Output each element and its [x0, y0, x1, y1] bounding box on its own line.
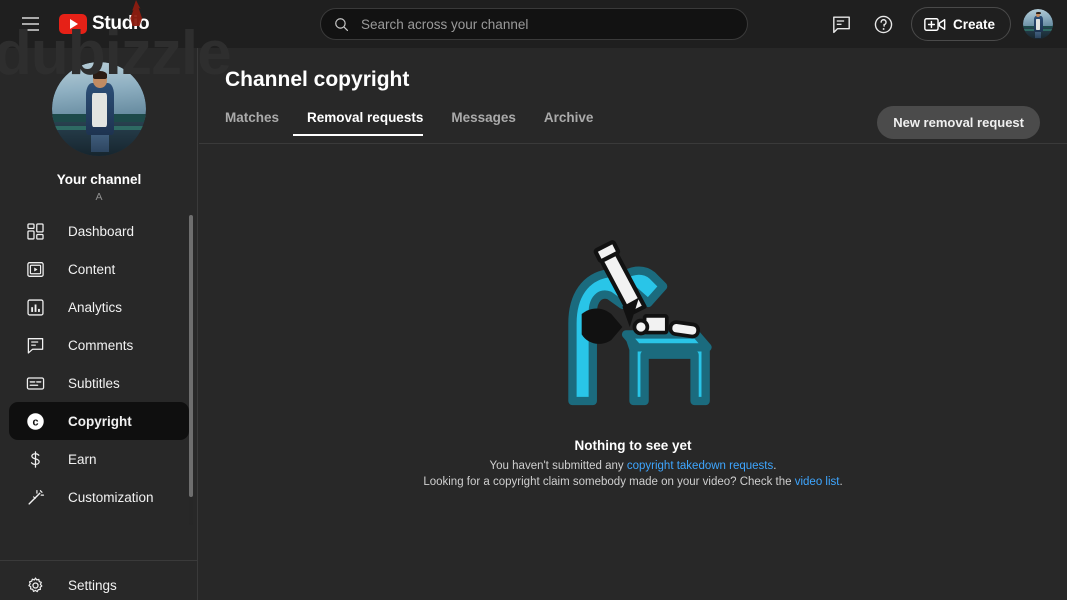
sidebar-item-settings[interactable]: Settings — [9, 566, 189, 600]
subtitles-icon — [23, 371, 47, 395]
create-button-label: Create — [952, 16, 995, 32]
content-video-icon — [23, 257, 47, 281]
empty-state-title: Nothing to see yet — [574, 438, 692, 453]
tab-label: Archive — [543, 110, 594, 125]
sidebar-item-dashboard[interactable]: Dashboard — [9, 212, 189, 250]
customization-wand-icon — [23, 485, 47, 509]
new-removal-request-button[interactable]: New removal request — [877, 106, 1040, 139]
tab-label: Messages — [451, 110, 516, 125]
sidebar-bottom-divider — [0, 560, 197, 561]
tab-removal-requests[interactable]: Removal requests — [293, 110, 437, 136]
copyright-takedown-requests-link[interactable]: copyright takedown requests — [627, 460, 773, 472]
header-actions: Create — [823, 0, 1053, 48]
sidebar-item-copyright[interactable]: c Copyright — [9, 402, 189, 440]
empty-line1-prefix: You haven't submitted any — [489, 460, 627, 472]
main-content: Channel copyright Matches Removal reques… — [199, 48, 1067, 600]
youtube-studio-logo[interactable]: Studio — [59, 13, 150, 35]
gear-icon — [23, 573, 47, 597]
svg-text:c: c — [32, 416, 38, 428]
dashboard-icon — [23, 219, 47, 243]
empty-state-line-2: Looking for a copyright claim somebody m… — [423, 476, 842, 488]
comments-icon — [23, 333, 47, 357]
channel-handle: A — [95, 191, 103, 203]
sidebar-item-subtitles[interactable]: Subtitles — [9, 364, 189, 402]
avatar[interactable] — [1023, 9, 1053, 39]
studio-logo-text: Studio — [92, 13, 150, 34]
sidebar-item-customization[interactable]: Customization — [9, 478, 189, 516]
sidebar-item-analytics[interactable]: Analytics — [9, 288, 189, 326]
app-header: Studio Search across your channel Create — [0, 0, 1067, 48]
empty-state: Nothing to see yet You haven't submitted… — [199, 238, 1067, 488]
microscope-scientist-illustration — [567, 240, 712, 406]
empty-line1-suffix: . — [773, 460, 777, 472]
sidebar-item-label: Dashboard — [68, 223, 135, 239]
sidebar-item-label: Comments — [68, 337, 134, 353]
sidebar-nav: Dashboard Content Analytics Comments Sub… — [0, 212, 198, 560]
sidebar-item-label: Content — [68, 261, 116, 277]
hamburger-menu-icon[interactable] — [10, 4, 50, 44]
search-input[interactable] — [361, 16, 747, 32]
sidebar-item-label: Subtitles — [68, 375, 120, 391]
create-button[interactable]: Create — [910, 7, 1011, 41]
tab-label: Matches — [225, 110, 280, 125]
sidebar-item-content[interactable]: Content — [9, 250, 189, 288]
scrollbar-thumb[interactable] — [189, 215, 193, 497]
tab-bar-underline — [199, 143, 1067, 144]
empty-line2-prefix: Looking for a copyright claim somebody m… — [423, 476, 795, 488]
sidebar-scrollbar[interactable] — [189, 215, 193, 525]
sidebar: Your channel A Dashboard Content Analyti… — [0, 48, 198, 600]
sidebar-item-label: Copyright — [68, 413, 132, 429]
search-icon — [335, 17, 349, 31]
channel-name: Your channel — [56, 172, 142, 187]
tab-label: Removal requests — [307, 110, 424, 125]
sidebar-item-label: Settings — [68, 577, 117, 593]
search-bar[interactable] — [320, 8, 748, 40]
tab-matches[interactable]: Matches — [225, 110, 293, 136]
sidebar-item-earn[interactable]: Earn — [9, 440, 189, 478]
copyright-icon: c — [23, 409, 47, 433]
empty-line2-suffix: . — [839, 476, 843, 488]
sidebar-item-label: Analytics — [68, 299, 123, 315]
earn-dollar-icon — [23, 447, 47, 471]
sidebar-item-label: Customization — [68, 489, 154, 505]
tab-messages[interactable]: Messages — [437, 110, 530, 136]
camera-plus-icon — [924, 17, 946, 31]
new-removal-request-label: New removal request — [893, 115, 1024, 130]
page-title: Channel copyright — [225, 68, 410, 91]
youtube-play-icon — [59, 14, 87, 34]
sidebar-item-label: Earn — [68, 451, 97, 467]
video-list-link[interactable]: video list — [795, 476, 840, 488]
channel-block: Your channel A — [0, 48, 198, 203]
channel-avatar[interactable] — [52, 62, 146, 156]
sidebar-bottom-nav: Settings Send feedback — [0, 566, 198, 600]
feedback-comment-icon[interactable] — [823, 5, 861, 43]
empty-state-line-1: You haven't submitted any copyright take… — [490, 460, 777, 472]
tab-archive[interactable]: Archive — [530, 110, 608, 136]
tab-bar: Matches Removal requests Messages Archiv… — [225, 110, 607, 136]
analytics-bar-icon — [23, 295, 47, 319]
sidebar-item-comments[interactable]: Comments — [9, 326, 189, 364]
help-question-icon[interactable] — [865, 5, 903, 43]
